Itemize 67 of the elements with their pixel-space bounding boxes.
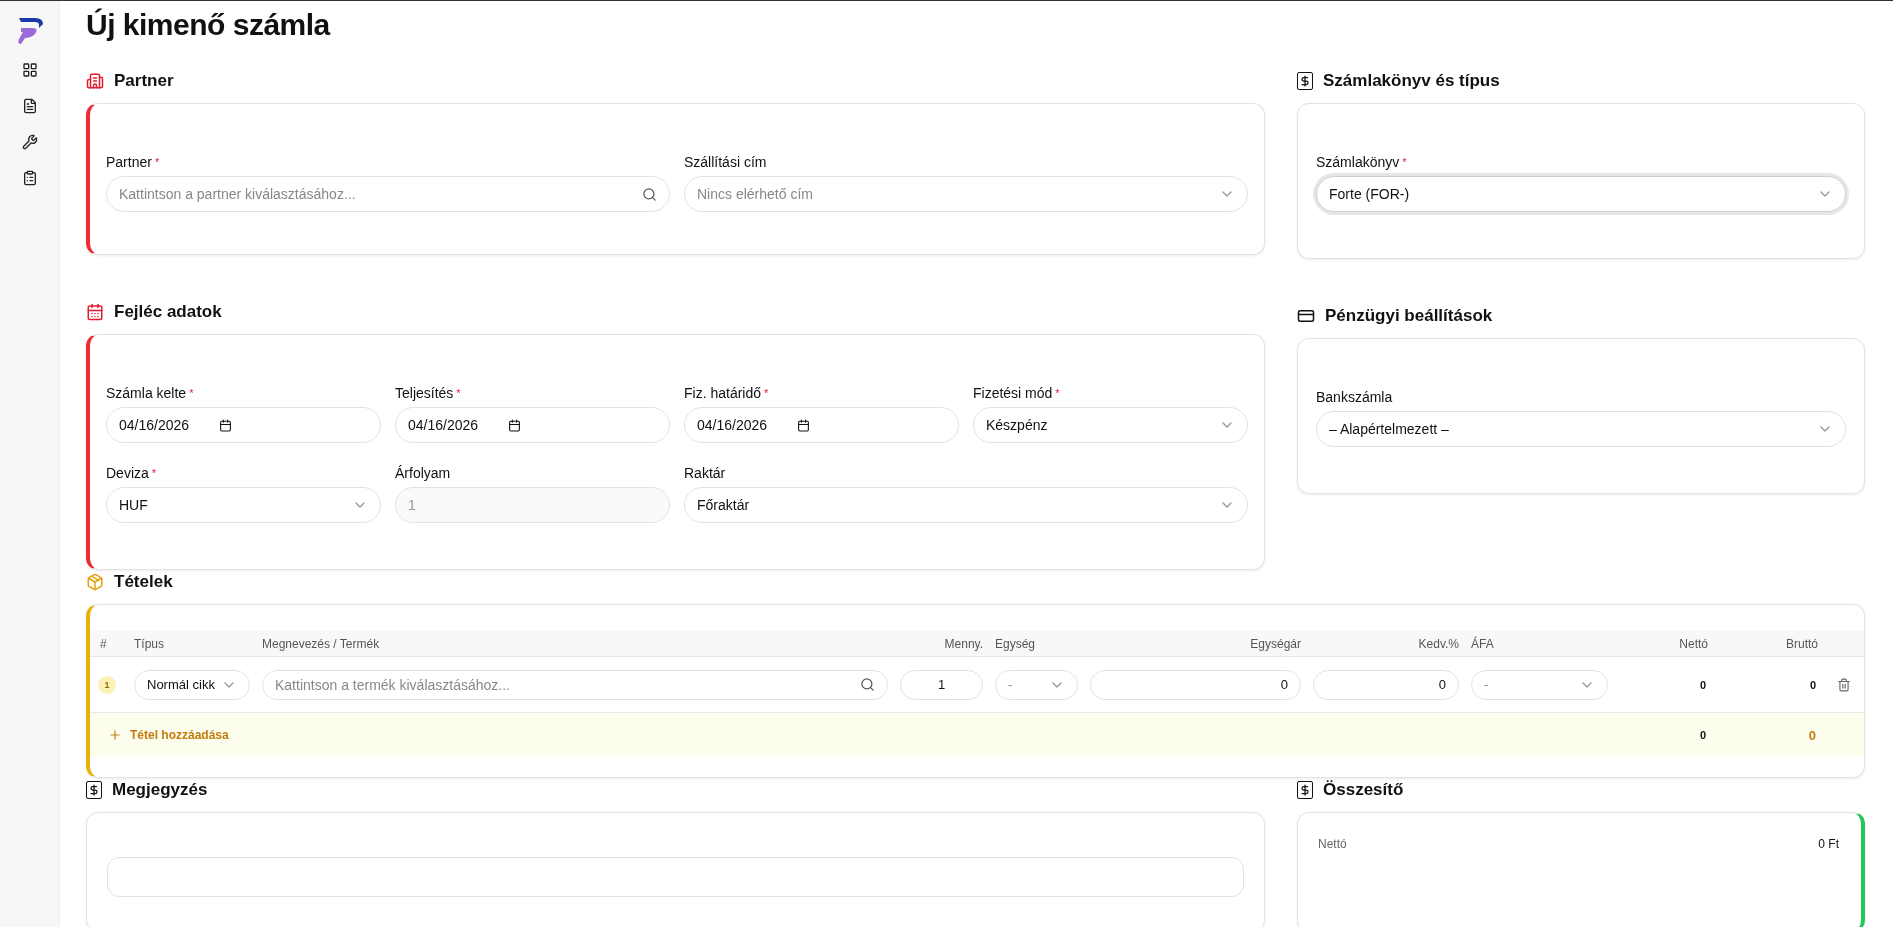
select-field[interactable]: – Alapértelmezett – bbox=[1316, 411, 1846, 447]
gross-amount: 0 bbox=[1808, 678, 1817, 691]
calendar-icon bbox=[508, 418, 522, 432]
select-field[interactable]: Forte (FOR-) bbox=[1316, 176, 1846, 212]
date-field[interactable]: 04/16/2026 bbox=[106, 407, 381, 443]
column-header: Nettó bbox=[1678, 636, 1709, 651]
select-field[interactable]: Készpénz bbox=[973, 407, 1248, 443]
search-icon bbox=[860, 677, 875, 692]
search-icon bbox=[642, 186, 657, 202]
field-label: Raktár bbox=[684, 465, 727, 481]
required-mark: * bbox=[1055, 387, 1060, 399]
dollar-icon bbox=[1297, 72, 1313, 90]
field-label: Szállítási cím bbox=[684, 154, 768, 170]
column-header: Bruttó bbox=[1785, 636, 1819, 651]
calendar-icon bbox=[797, 418, 811, 432]
section-title: Partner bbox=[114, 71, 174, 91]
net-amount: 0 bbox=[1698, 678, 1707, 691]
required-mark: * bbox=[151, 467, 157, 479]
section-title: Megjegyzés bbox=[112, 780, 208, 800]
field-label: Árfolyam bbox=[395, 465, 452, 481]
field-label: Deviza * bbox=[106, 465, 158, 481]
row-number: 1 bbox=[98, 675, 116, 694]
summary-label: Nettó bbox=[1318, 837, 1347, 851]
section-title: Fejléc adatok bbox=[114, 302, 222, 322]
required-mark: * bbox=[456, 387, 461, 399]
column-header: Kedv.% bbox=[1417, 636, 1460, 651]
dollar-icon bbox=[1297, 781, 1313, 799]
field-label: Számlakönyv * bbox=[1316, 154, 1408, 170]
section-title: Összesítő bbox=[1323, 780, 1404, 800]
select-field[interactable]: Főraktár bbox=[684, 487, 1248, 523]
required-mark: * bbox=[154, 156, 160, 168]
search-field[interactable]: Kattintson a partner kiválasztásához... bbox=[106, 176, 670, 212]
column-header: Megnevezés / Termék bbox=[261, 636, 381, 651]
total-net: 0 bbox=[1698, 729, 1707, 741]
section-title: Számlakönyv és típus bbox=[1323, 71, 1500, 91]
select-field[interactable]: Nincs elérhető cím bbox=[684, 176, 1248, 212]
note-field[interactable] bbox=[107, 857, 1244, 897]
calendar-icon bbox=[219, 418, 233, 432]
field-label: Fizetési mód * bbox=[973, 385, 1061, 401]
field-label: Fiz. határidő * bbox=[684, 385, 770, 401]
dollar-icon bbox=[86, 781, 102, 799]
column-header: Egységár bbox=[1249, 636, 1302, 651]
column-header: Menny. bbox=[943, 636, 984, 651]
column-header: ÁFA bbox=[1470, 636, 1495, 651]
field-label: Partner * bbox=[106, 154, 161, 170]
page-title: Új kimenő számla bbox=[86, 7, 332, 43]
column-header: # bbox=[99, 636, 108, 651]
field-label: Bankszámla bbox=[1316, 389, 1394, 405]
required-mark: * bbox=[1402, 156, 1407, 168]
required-mark: * bbox=[189, 387, 194, 399]
section-title: Tételek bbox=[114, 572, 173, 592]
field-label: Számla kelte * bbox=[106, 385, 195, 401]
box-icon bbox=[86, 573, 104, 591]
total-gross: 0 bbox=[1807, 727, 1817, 743]
date-field[interactable]: 04/16/2026 bbox=[684, 407, 959, 443]
date-field[interactable]: 04/16/2026 bbox=[395, 407, 670, 443]
section-title: Pénzügyi beállítások bbox=[1325, 306, 1493, 326]
column-header: Típus bbox=[133, 636, 165, 651]
summary-value: 0 Ft bbox=[1818, 837, 1839, 851]
column-header: Egység bbox=[994, 636, 1037, 651]
field-label: Teljesítés * bbox=[395, 385, 462, 401]
required-mark: * bbox=[764, 387, 769, 399]
credit-card-icon bbox=[1297, 307, 1315, 325]
plus-icon bbox=[108, 728, 122, 742]
building-icon bbox=[86, 72, 104, 90]
calendar-icon bbox=[86, 303, 104, 321]
select-field[interactable]: HUF bbox=[106, 487, 381, 523]
